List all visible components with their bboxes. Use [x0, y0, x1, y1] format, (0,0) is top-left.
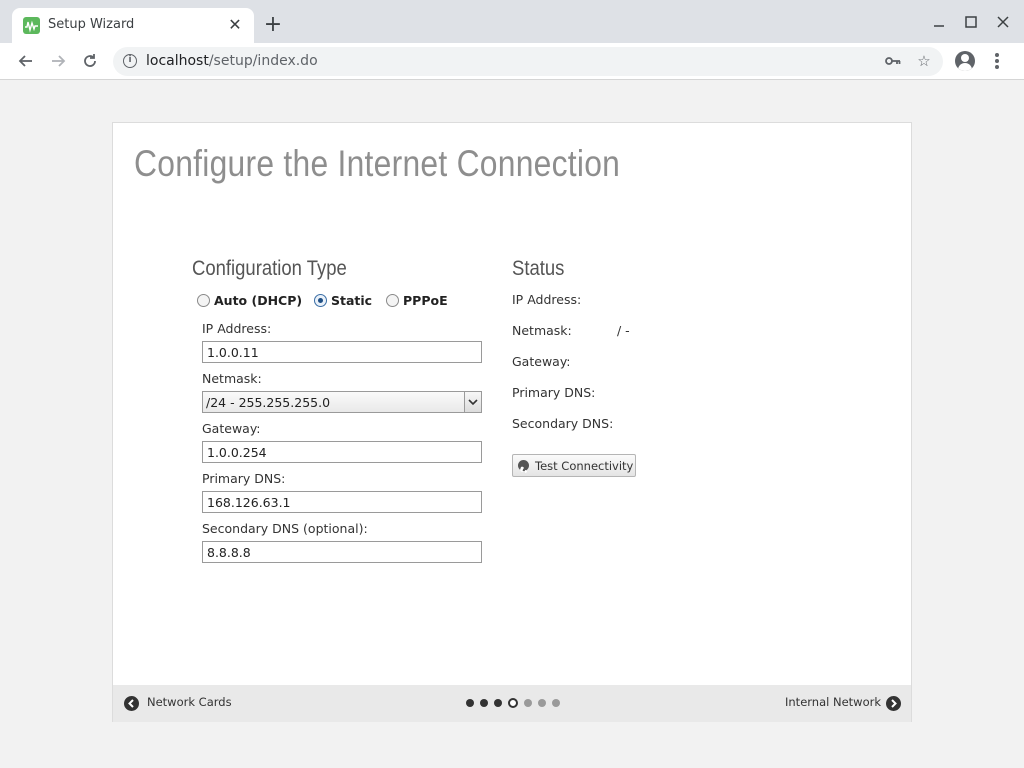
chevron-right-icon[interactable]: [886, 696, 901, 711]
menu-dots-icon[interactable]: [988, 51, 1006, 71]
forward-arrow-icon[interactable]: [48, 51, 68, 71]
close-icon[interactable]: ✕: [226, 16, 244, 34]
url-text: localhost/setup/index.do: [146, 53, 318, 69]
reload-icon[interactable]: [80, 51, 100, 71]
back-arrow-icon[interactable]: [16, 51, 36, 71]
step-dot-7: [552, 699, 560, 707]
wizard-panel: Configure the Internet Connection Config…: [112, 122, 912, 722]
step-dot-2: [480, 699, 488, 707]
status-gateway-label: Gateway:: [512, 354, 571, 369]
browser-toolbar: i localhost/setup/index.do ☆: [0, 43, 1024, 80]
status-secondary-dns-label: Secondary DNS:: [512, 416, 614, 431]
radio-static[interactable]: [314, 294, 327, 307]
address-bar[interactable]: i localhost/setup/index.do ☆: [113, 47, 943, 76]
status-netmask-value: / -: [617, 323, 630, 338]
tab-title: Setup Wizard: [48, 17, 135, 32]
secondary-dns-input[interactable]: [202, 541, 482, 563]
step-dot-4-current: [508, 698, 518, 708]
gateway-label: Gateway:: [202, 421, 261, 436]
status-ip-label: IP Address:: [512, 292, 582, 307]
ip-address-input[interactable]: [202, 341, 482, 363]
maximize-icon[interactable]: [961, 12, 981, 32]
chevron-left-icon[interactable]: [124, 696, 139, 711]
star-icon[interactable]: ☆: [915, 52, 933, 70]
test-connectivity-button[interactable]: Test Connectivity: [512, 454, 636, 477]
config-type-heading: Configuration Type: [192, 257, 347, 280]
netmask-label: Netmask:: [202, 371, 262, 386]
radio-static-label[interactable]: Static: [331, 293, 372, 308]
primary-dns-label: Primary DNS:: [202, 471, 286, 486]
radio-pppoe[interactable]: [386, 294, 399, 307]
new-tab-icon[interactable]: +: [262, 14, 284, 36]
page-title: Configure the Internet Connection: [134, 143, 621, 184]
test-connectivity-label: Test Connectivity: [535, 459, 634, 473]
step-dot-6: [538, 699, 546, 707]
browser-tab[interactable]: Setup Wizard ✕: [12, 8, 254, 43]
wizard-footer: Network Cards Internal Network: [113, 685, 911, 722]
radio-pppoe-label[interactable]: PPPoE: [403, 293, 448, 308]
waveform-icon: [23, 17, 40, 34]
prev-step-link[interactable]: Network Cards: [147, 695, 232, 709]
status-heading: Status: [512, 257, 565, 280]
netmask-select[interactable]: /24 - 255.255.255.0: [202, 391, 482, 413]
step-dot-1: [466, 699, 474, 707]
primary-dns-input[interactable]: [202, 491, 482, 513]
window-close-icon[interactable]: [993, 12, 1013, 32]
info-icon[interactable]: i: [123, 54, 137, 68]
step-dot-5: [524, 699, 532, 707]
radio-auto-dhcp-label[interactable]: Auto (DHCP): [214, 293, 302, 308]
status-primary-dns-label: Primary DNS:: [512, 385, 596, 400]
next-step-link[interactable]: Internal Network: [785, 695, 881, 709]
step-dot-3: [494, 699, 502, 707]
globe-icon: [518, 460, 529, 473]
gateway-input[interactable]: [202, 441, 482, 463]
minimize-icon[interactable]: [929, 12, 949, 32]
secondary-dns-label: Secondary DNS (optional):: [202, 521, 368, 536]
chevron-down-icon[interactable]: [464, 392, 481, 412]
status-netmask-label: Netmask:: [512, 323, 572, 338]
browser-titlebar: Setup Wizard ✕ +: [0, 0, 1024, 43]
radio-auto-dhcp[interactable]: [197, 294, 210, 307]
netmask-select-value: /24 - 255.255.255.0: [206, 395, 331, 410]
ip-address-label: IP Address:: [202, 321, 272, 336]
profile-icon[interactable]: [955, 51, 975, 71]
key-icon[interactable]: [884, 52, 902, 70]
